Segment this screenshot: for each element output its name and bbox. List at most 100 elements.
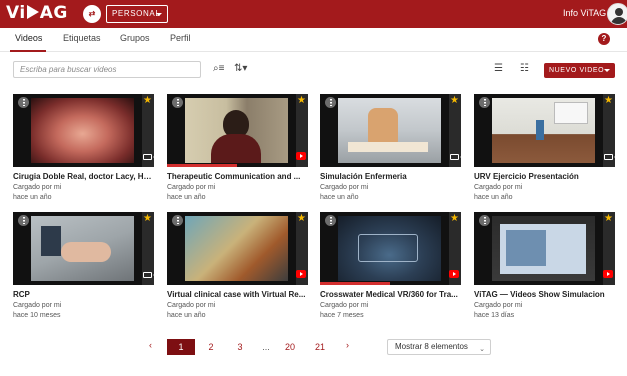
video-thumbnail[interactable]: ★	[320, 94, 461, 167]
video-age: hace 7 meses	[320, 312, 364, 319]
options-icon[interactable]	[325, 215, 336, 226]
avatar-head-icon	[615, 8, 623, 16]
page-button-20[interactable]: 20	[281, 339, 299, 355]
star-icon[interactable]: ★	[450, 214, 459, 224]
options-icon[interactable]	[18, 97, 29, 108]
tab-etiquetas[interactable]: Etiquetas	[63, 33, 101, 43]
main-tabs: Videos Etiquetas Grupos Perfil	[0, 28, 627, 52]
video-uploader: Cargado por mi	[474, 184, 523, 191]
thumbnail-image	[185, 216, 288, 281]
video-age: hace un año	[13, 194, 52, 201]
account-dropdown[interactable]: PERSONAL	[106, 5, 168, 23]
options-icon[interactable]	[172, 215, 183, 226]
thumbnail-image	[31, 98, 134, 163]
thumbnail-image	[185, 98, 288, 163]
camera-icon	[450, 154, 461, 160]
tab-videos[interactable]: Videos	[15, 33, 42, 43]
logo-text-part2: AG	[39, 3, 68, 23]
video-thumbnail[interactable]: ★	[474, 212, 615, 285]
video-uploader: Cargado por mi	[474, 302, 523, 309]
active-tab-indicator	[10, 50, 46, 52]
options-icon[interactable]	[18, 215, 29, 226]
video-uploader: Cargado por mi	[320, 184, 369, 191]
video-title[interactable]: Cirugia Doble Real, doctor Lacy, Ho...	[13, 172, 154, 181]
video-title[interactable]: RCP	[13, 290, 154, 299]
video-age: hace un año	[474, 194, 513, 201]
video-age: hace un año	[167, 312, 206, 319]
page-button-21[interactable]: 21	[311, 339, 329, 355]
video-thumbnail[interactable]: ★	[13, 94, 154, 167]
video-age: hace 10 meses	[13, 312, 61, 319]
thumbnail-image	[338, 216, 441, 281]
checklist-icon[interactable]: ☷	[520, 63, 529, 74]
youtube-icon	[296, 270, 306, 278]
vitag-logo[interactable]: Vi AG	[6, 3, 68, 23]
star-icon[interactable]: ★	[604, 214, 613, 224]
user-name[interactable]: Info ViTAG	[563, 8, 606, 18]
options-icon[interactable]	[325, 97, 336, 108]
list-view-icon[interactable]: ☰	[494, 63, 503, 74]
advanced-search-icon[interactable]: ⌕≡	[213, 63, 224, 74]
next-page-button[interactable]: ›	[346, 340, 349, 350]
video-thumbnail[interactable]: ★	[320, 212, 461, 285]
bed-shape	[348, 142, 428, 152]
video-title[interactable]: Crosswater Medical VR/360 for Tra...	[320, 290, 461, 299]
logo-text-part1: Vi	[6, 3, 26, 23]
thumbnail-image	[31, 216, 134, 281]
video-uploader: Cargado por mi	[167, 302, 216, 309]
star-icon[interactable]: ★	[450, 96, 459, 106]
video-thumbnail[interactable]: ★	[474, 94, 615, 167]
chevron-updown-icon: ⌄	[479, 346, 485, 353]
new-video-button[interactable]: NUEVO VIDEO	[544, 63, 615, 78]
options-icon[interactable]	[479, 215, 490, 226]
video-age: hace un año	[320, 194, 359, 201]
video-uploader: Cargado por mi	[13, 302, 62, 309]
avatar[interactable]	[607, 3, 627, 25]
video-title[interactable]: Therapeutic Communication and ...	[167, 172, 308, 181]
video-thumbnail[interactable]: ★	[167, 212, 308, 285]
page-button-3[interactable]: 3	[233, 339, 247, 355]
video-title[interactable]: Simulación Enfermeria	[320, 172, 461, 181]
video-thumbnail[interactable]: ★	[167, 94, 308, 167]
tab-grupos[interactable]: Grupos	[120, 33, 150, 43]
prev-page-button[interactable]: ‹	[149, 340, 152, 350]
star-icon[interactable]: ★	[604, 96, 613, 106]
page-button-2[interactable]: 2	[204, 339, 218, 355]
camera-icon	[143, 272, 154, 278]
star-icon[interactable]: ★	[297, 214, 306, 224]
camera-icon	[604, 154, 615, 160]
youtube-icon	[449, 270, 459, 278]
patient-shape	[61, 242, 111, 262]
top-bar: Vi AG ⇄ PERSONAL Info ViTAG	[0, 0, 627, 28]
watch-progress-bar	[167, 164, 237, 167]
options-icon[interactable]	[479, 97, 490, 108]
tab-perfil[interactable]: Perfil	[170, 33, 191, 43]
star-icon[interactable]: ★	[297, 96, 306, 106]
sort-icon[interactable]: ⇅▾	[234, 63, 247, 74]
thumbnail-image	[338, 98, 441, 163]
video-age: hace 13 días	[474, 312, 515, 319]
help-icon[interactable]: ?	[598, 33, 610, 45]
video-title[interactable]: Virtual clinical case with Virtual Re...	[167, 290, 308, 299]
items-per-page-select[interactable]: Mostrar 8 elementos ⌄	[387, 339, 491, 355]
avatar-body-icon	[611, 17, 627, 24]
rescuer-shape	[41, 226, 61, 256]
youtube-icon	[603, 270, 613, 278]
page-button-1[interactable]: 1	[167, 339, 195, 355]
video-thumbnail[interactable]: ★	[13, 212, 154, 285]
account-switch-icon[interactable]: ⇄	[83, 5, 101, 23]
caret-down-icon	[604, 69, 610, 72]
youtube-icon	[296, 152, 306, 160]
video-title[interactable]: ViTAG — Videos Show Simulacion	[474, 290, 615, 299]
items-per-page-label: Mostrar 8 elementos	[395, 342, 468, 351]
account-dropdown-label: PERSONAL	[112, 9, 161, 18]
video-title[interactable]: URV Ejercicio Presentación	[474, 172, 615, 181]
star-icon[interactable]: ★	[143, 214, 152, 224]
star-icon[interactable]: ★	[143, 96, 152, 106]
search-input[interactable]	[13, 61, 201, 78]
thumbnail-image	[492, 98, 595, 163]
vr-room-shape	[358, 234, 418, 262]
options-icon[interactable]	[172, 97, 183, 108]
play-logo-icon	[26, 5, 39, 19]
video-uploader: Cargado por mi	[13, 184, 62, 191]
